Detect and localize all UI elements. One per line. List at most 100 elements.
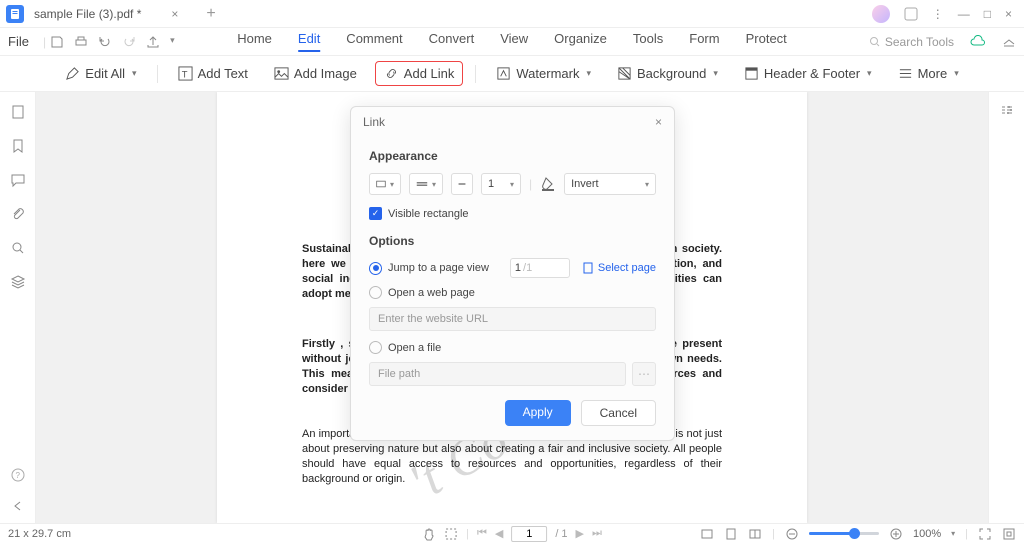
tab-title: sample File (3).pdf * bbox=[34, 7, 141, 21]
fit-page-icon[interactable] bbox=[724, 527, 738, 541]
url-input[interactable]: Enter the website URL bbox=[369, 307, 656, 331]
tab-organize[interactable]: Organize bbox=[554, 31, 607, 52]
prev-page-icon[interactable]: ◀ bbox=[495, 527, 503, 540]
browse-file-button[interactable]: ⋯ bbox=[632, 362, 656, 386]
page-total: / 1 bbox=[555, 528, 567, 540]
collapse-left-icon[interactable] bbox=[11, 499, 25, 513]
thickness-dropdown[interactable]: 1▾ bbox=[481, 173, 521, 195]
edit-all-button[interactable]: Edit All bbox=[57, 62, 144, 85]
redo-icon[interactable] bbox=[122, 35, 136, 49]
help-icon[interactable]: ? bbox=[10, 467, 26, 483]
page-input[interactable] bbox=[511, 526, 547, 542]
svg-text:?: ? bbox=[15, 471, 20, 480]
tab-tools[interactable]: Tools bbox=[633, 31, 663, 52]
dialog-close-icon[interactable]: × bbox=[655, 115, 662, 129]
bookmarks-icon[interactable] bbox=[10, 138, 26, 154]
document-tab[interactable]: sample File (3).pdf * × bbox=[24, 0, 188, 27]
tab-edit[interactable]: Edit bbox=[298, 31, 320, 52]
presentation-icon[interactable] bbox=[1002, 527, 1016, 541]
kebab-menu-icon[interactable]: ⋮ bbox=[932, 7, 944, 21]
notification-icon[interactable] bbox=[904, 7, 918, 21]
search-tools[interactable]: Search Tools bbox=[869, 35, 954, 49]
thumbnails-icon[interactable] bbox=[10, 104, 26, 120]
visible-rect-checkbox[interactable]: ✓ bbox=[369, 207, 382, 220]
select-page-link[interactable]: Select page bbox=[582, 262, 656, 274]
options-heading: Options bbox=[369, 234, 656, 248]
zoom-out-icon[interactable] bbox=[785, 527, 799, 541]
header-footer-label: Header & Footer bbox=[764, 66, 860, 81]
minimize-button[interactable]: — bbox=[958, 7, 970, 21]
first-page-icon[interactable]: ⏮ bbox=[477, 527, 487, 540]
jump-page-label: Jump to a page view bbox=[388, 262, 489, 274]
tab-form[interactable]: Form bbox=[689, 31, 719, 52]
print-icon[interactable] bbox=[74, 35, 88, 49]
add-text-button[interactable]: T Add Text bbox=[170, 62, 256, 85]
fill-color-icon[interactable] bbox=[540, 176, 556, 192]
file-menu[interactable]: File bbox=[8, 34, 39, 49]
collapse-ribbon-icon[interactable] bbox=[1002, 37, 1016, 47]
select-tool-icon[interactable] bbox=[444, 527, 458, 541]
background-button[interactable]: Background bbox=[609, 62, 726, 85]
add-link-label: Add Link bbox=[404, 66, 455, 81]
app-icon bbox=[6, 5, 24, 23]
apply-button[interactable]: Apply bbox=[505, 400, 571, 426]
open-file-radio[interactable] bbox=[369, 341, 382, 354]
more-button[interactable]: More bbox=[890, 62, 967, 85]
dialog-title: Link bbox=[363, 115, 385, 129]
line-style-dropdown[interactable]: ▾ bbox=[409, 173, 443, 195]
file-path-input[interactable]: File path bbox=[369, 362, 626, 386]
open-web-radio[interactable] bbox=[369, 286, 382, 299]
add-image-button[interactable]: Add Image bbox=[266, 62, 365, 85]
zoom-value: 100% bbox=[913, 528, 941, 540]
zoom-slider[interactable] bbox=[809, 532, 879, 535]
more-label: More bbox=[918, 66, 948, 81]
fit-width-icon[interactable] bbox=[700, 527, 714, 541]
watermark-label: Watermark bbox=[516, 66, 579, 81]
jump-page-radio[interactable] bbox=[369, 262, 382, 275]
layers-icon[interactable] bbox=[10, 274, 26, 290]
cancel-button[interactable]: Cancel bbox=[581, 400, 656, 426]
comments-icon[interactable] bbox=[10, 172, 26, 188]
properties-icon[interactable] bbox=[999, 102, 1015, 118]
edit-all-label: Edit All bbox=[85, 66, 125, 81]
background-label: Background bbox=[637, 66, 706, 81]
search-tools-label: Search Tools bbox=[885, 35, 954, 49]
open-file-label: Open a file bbox=[388, 342, 441, 354]
more-qat-icon[interactable]: ▾ bbox=[170, 35, 175, 49]
add-link-button[interactable]: Add Link bbox=[375, 61, 464, 86]
page-number-input[interactable]: 1/1 bbox=[510, 258, 570, 278]
close-window-button[interactable]: × bbox=[1005, 7, 1012, 21]
search-rail-icon[interactable] bbox=[10, 240, 26, 256]
fullscreen-icon[interactable] bbox=[978, 527, 992, 541]
line-pattern-dropdown[interactable] bbox=[451, 173, 473, 195]
undo-icon[interactable] bbox=[98, 35, 112, 49]
tab-comment[interactable]: Comment bbox=[346, 31, 402, 52]
tab-protect[interactable]: Protect bbox=[746, 31, 787, 52]
read-mode-icon[interactable] bbox=[748, 527, 762, 541]
new-tab-button[interactable]: + bbox=[206, 5, 215, 23]
tab-home[interactable]: Home bbox=[237, 31, 272, 52]
svg-text:T: T bbox=[181, 69, 187, 79]
visible-rect-label: Visible rectangle bbox=[388, 208, 469, 220]
cloud-sync-icon[interactable] bbox=[970, 35, 986, 49]
share-icon[interactable] bbox=[146, 35, 160, 49]
next-page-icon[interactable]: ▶ bbox=[576, 527, 584, 540]
header-footer-button[interactable]: Header & Footer bbox=[736, 62, 880, 85]
tab-convert[interactable]: Convert bbox=[429, 31, 475, 52]
highlight-mode-dropdown[interactable]: Invert▾ bbox=[564, 173, 656, 195]
link-dialog: Link × Appearance ▾ ▾ 1▾ | Invert▾ ✓ Vis… bbox=[350, 106, 675, 441]
save-icon[interactable] bbox=[50, 35, 64, 49]
tab-close-icon[interactable]: × bbox=[171, 7, 178, 21]
add-text-label: Add Text bbox=[198, 66, 248, 81]
zoom-in-icon[interactable] bbox=[889, 527, 903, 541]
watermark-button[interactable]: Watermark bbox=[488, 62, 599, 85]
hand-tool-icon[interactable] bbox=[422, 527, 436, 541]
add-image-label: Add Image bbox=[294, 66, 357, 81]
tab-view[interactable]: View bbox=[500, 31, 528, 52]
link-style-dropdown[interactable]: ▾ bbox=[369, 173, 401, 195]
open-web-label: Open a web page bbox=[388, 287, 475, 299]
maximize-button[interactable]: □ bbox=[984, 7, 991, 21]
attachments-icon[interactable] bbox=[10, 206, 26, 222]
last-page-icon[interactable]: ⏭ bbox=[592, 527, 602, 540]
profile-avatar[interactable] bbox=[872, 5, 890, 23]
